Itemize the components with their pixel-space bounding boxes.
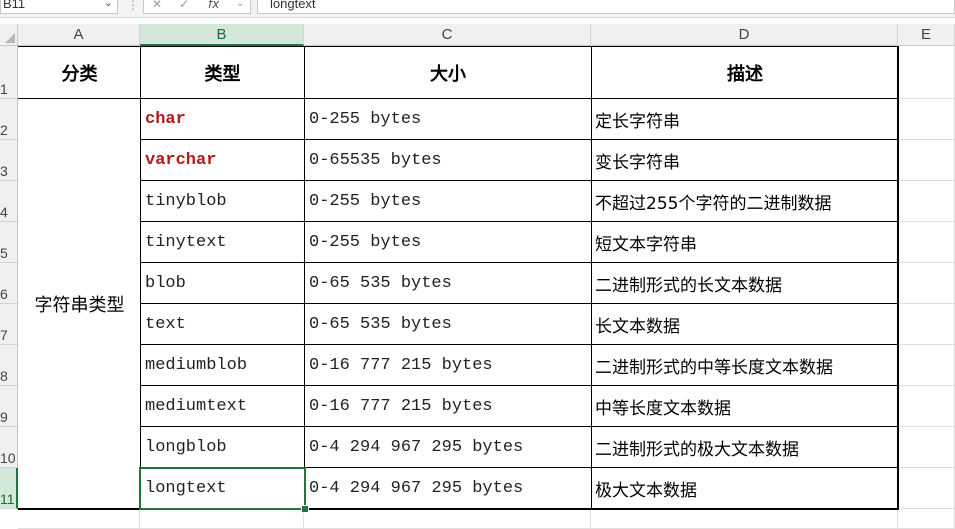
more-icon: ⋮	[127, 0, 139, 12]
grid-cell[interactable]	[898, 427, 955, 468]
confirm-icon[interactable]: ✓	[179, 0, 189, 12]
table-border	[140, 139, 898, 140]
type-cell[interactable]: tinytext	[141, 223, 304, 262]
size-cell[interactable]: 0-4 294 967 295 bytes	[305, 469, 591, 508]
chevron-down-icon[interactable]: ⌄	[236, 0, 244, 12]
fill-handle[interactable]	[301, 505, 309, 513]
row-header-8[interactable]: 8	[0, 345, 18, 386]
row-header-6[interactable]: 6	[0, 263, 18, 304]
size-cell[interactable]: 0-255 bytes	[305, 100, 591, 139]
table-border	[140, 303, 898, 304]
table-border	[591, 46, 592, 509]
table-border	[897, 46, 899, 509]
grid-cell[interactable]	[898, 99, 955, 140]
formula-bar: B11 ⌄ ⋮ ✕ ✓ fx ⌄ longtext	[0, 0, 955, 18]
description-cell[interactable]: 变长字符串	[592, 141, 898, 180]
row-header-4[interactable]: 4	[0, 181, 18, 222]
category-cell[interactable]: 字符串类型	[19, 100, 140, 508]
table-border	[140, 221, 898, 222]
row-header-11[interactable]: 11	[0, 468, 18, 509]
grid-cell[interactable]	[898, 181, 955, 222]
size-cell[interactable]: 0-16 777 215 bytes	[305, 387, 591, 426]
description-cell[interactable]: 极大文本数据	[592, 469, 898, 508]
grid-cell[interactable]	[898, 345, 955, 386]
size-cell[interactable]: 0-65535 bytes	[305, 141, 591, 180]
table-border	[140, 426, 898, 427]
select-all-button[interactable]	[0, 24, 18, 46]
size-cell[interactable]: 0-65 535 bytes	[305, 305, 591, 344]
description-cell[interactable]: 二进制形式的长文本数据	[592, 264, 898, 303]
name-box-value: B11	[3, 0, 26, 11]
header-description[interactable]: 描述	[592, 47, 898, 98]
description-cell[interactable]: 短文本字符串	[592, 223, 898, 262]
row-header-2[interactable]: 2	[0, 99, 18, 140]
grid-cell[interactable]	[898, 46, 955, 99]
type-cell[interactable]: longblob	[141, 428, 304, 467]
size-cell[interactable]: 0-4 294 967 295 bytes	[305, 428, 591, 467]
description-cell[interactable]: 定长字符串	[592, 100, 898, 139]
type-cell[interactable]: mediumtext	[141, 387, 304, 426]
table-border	[18, 46, 899, 47]
size-cell[interactable]: 0-255 bytes	[305, 182, 591, 221]
type-cell[interactable]: tinyblob	[141, 182, 304, 221]
column-header-a[interactable]: A	[18, 24, 140, 46]
column-header-e[interactable]: E	[898, 24, 955, 46]
formula-input[interactable]: longtext	[257, 0, 955, 14]
header-size[interactable]: 大小	[305, 47, 591, 98]
table-border	[140, 180, 898, 181]
description-cell[interactable]: 长文本数据	[592, 305, 898, 344]
type-cell[interactable]: varchar	[141, 141, 304, 180]
table-border	[18, 508, 899, 510]
row-header-3[interactable]: 3	[0, 140, 18, 181]
description-cell[interactable]: 二进制形式的极大文本数据	[592, 428, 898, 467]
grid-cell[interactable]	[898, 386, 955, 427]
column-header-b[interactable]: B	[140, 24, 304, 46]
insert-function-icon[interactable]: fx	[208, 0, 219, 12]
description-cell[interactable]: 二进制形式的中等长度文本数据	[592, 346, 898, 385]
table-border	[140, 467, 898, 468]
grid-cell[interactable]	[304, 509, 591, 529]
type-cell[interactable]: text	[141, 305, 304, 344]
type-cell[interactable]: char	[141, 100, 304, 139]
grid-cell[interactable]	[898, 140, 955, 181]
table-border	[140, 385, 898, 386]
type-cell[interactable]: blob	[141, 264, 304, 303]
header-type[interactable]: 类型	[141, 47, 304, 98]
grid-cell[interactable]	[591, 509, 898, 529]
type-cell[interactable]: mediumblob	[141, 346, 304, 385]
table-border	[304, 46, 305, 509]
cancel-icon[interactable]: ✕	[152, 0, 162, 12]
row-header-9[interactable]: 9	[0, 386, 18, 427]
size-cell[interactable]: 0-255 bytes	[305, 223, 591, 262]
row-header-10[interactable]: 10	[0, 427, 18, 468]
table-border	[18, 98, 898, 99]
size-cell[interactable]: 0-16 777 215 bytes	[305, 346, 591, 385]
row-header-5[interactable]: 5	[0, 222, 18, 263]
formula-controls: ✕ ✓ fx ⌄	[143, 0, 251, 14]
chevron-down-icon[interactable]: ⌄	[104, 0, 113, 11]
column-header-c[interactable]: C	[304, 24, 591, 46]
grid-cell[interactable]	[898, 509, 955, 529]
name-box[interactable]: B11 ⌄	[0, 0, 118, 14]
type-cell[interactable]: longtext	[141, 469, 304, 508]
grid-cell[interactable]	[140, 509, 304, 529]
table-border	[140, 46, 141, 509]
grid-cell[interactable]	[898, 468, 955, 509]
row-header-1[interactable]: 1	[0, 46, 18, 99]
table-border	[140, 344, 898, 345]
size-cell[interactable]: 0-65 535 bytes	[305, 264, 591, 303]
description-cell[interactable]: 中等长度文本数据	[592, 387, 898, 426]
column-header-d[interactable]: D	[591, 24, 898, 46]
table-border	[140, 262, 898, 263]
header-category[interactable]: 分类	[19, 47, 140, 98]
row-header-7[interactable]: 7	[0, 304, 18, 345]
grid-cell[interactable]	[898, 263, 955, 304]
grid-cell[interactable]	[898, 304, 955, 345]
description-cell[interactable]: 不超过255个字符的二进制数据	[592, 182, 898, 221]
grid-cell[interactable]	[18, 509, 140, 529]
grid-cell[interactable]	[898, 222, 955, 263]
